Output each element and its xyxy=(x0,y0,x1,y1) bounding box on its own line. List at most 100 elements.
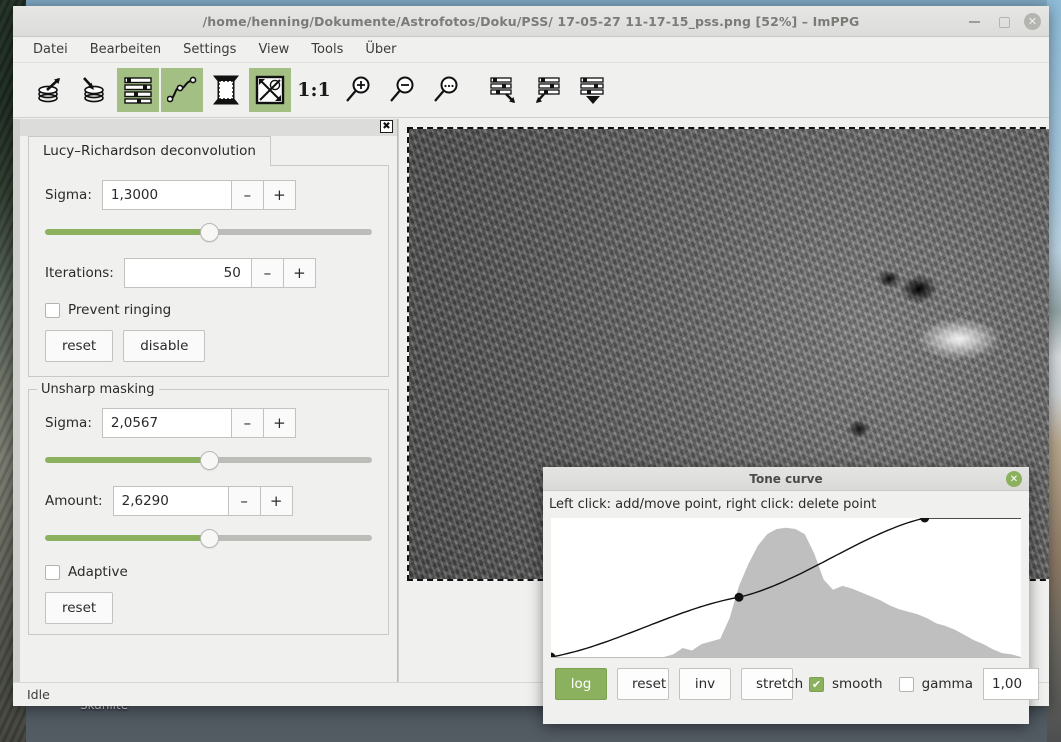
menu-item-datei[interactable]: Datei xyxy=(33,42,68,57)
um-amount-spinner[interactable]: – + xyxy=(112,486,293,516)
lr-sigma-increment-button[interactable]: + xyxy=(263,180,296,210)
tone-curve-titlebar[interactable]: Tone curve ✕ xyxy=(543,467,1029,491)
um-reset-button[interactable]: reset xyxy=(45,592,114,624)
um-sigma-increment-button[interactable]: + xyxy=(263,408,296,438)
lr-disable-button[interactable]: disable xyxy=(123,330,206,362)
log-button[interactable]: log xyxy=(555,668,607,700)
lr-sigma-slider-filled xyxy=(45,229,209,235)
lr-iterations-increment-button[interactable]: + xyxy=(283,258,316,288)
lr-prevent-ringing-checkbox[interactable] xyxy=(45,302,60,318)
um-sigma-decrement-button[interactable]: – xyxy=(231,408,264,438)
um-amount-input[interactable] xyxy=(112,486,229,516)
align-up-icon[interactable] xyxy=(527,68,569,112)
um-sigma-slider-handle[interactable] xyxy=(199,451,219,470)
um-sigma-spinner[interactable]: – + xyxy=(101,408,296,438)
stretch-button[interactable]: stretch xyxy=(741,668,803,700)
lr-reset-button[interactable]: reset xyxy=(45,330,114,362)
um-amount-slider[interactable] xyxy=(45,528,372,548)
menu-item-settings[interactable]: Settings xyxy=(183,42,236,57)
save-settings-icon[interactable] xyxy=(73,68,115,112)
um-adaptive-checkbox[interactable] xyxy=(45,564,60,580)
window-titlebar[interactable]: /home/henning/Dokumente/Astrofotos/Doku/… xyxy=(13,6,1049,37)
close-button[interactable]: ✕ xyxy=(1024,13,1041,30)
inv-button[interactable]: inv xyxy=(679,668,731,700)
lr-sigma-slider-remainder xyxy=(208,229,372,235)
window-title: /home/henning/Dokumente/Astrofotos/Doku/… xyxy=(202,13,860,29)
lr-prevent-ringing-row[interactable]: Prevent ringing xyxy=(45,302,372,318)
um-amount-slider-handle[interactable] xyxy=(199,529,219,548)
tone-curve-title: Tone curve xyxy=(749,471,823,486)
processing-settings-panel: ✖ Lucy–Richardson deconvolution Sigma: –… xyxy=(20,119,398,682)
um-amount-slider-remainder xyxy=(208,535,372,541)
align-expand-icon[interactable] xyxy=(571,68,613,112)
select-area-icon[interactable] xyxy=(205,68,247,112)
tone-curve-controls: log reset inv stretch smooth gamma xyxy=(543,658,1039,700)
zoom-in-icon[interactable] xyxy=(337,68,379,112)
fit-image-icon[interactable] xyxy=(249,68,291,112)
um-sigma-slider-remainder xyxy=(208,457,372,463)
tone-curve-hint: Left click: add/move point, right click:… xyxy=(549,497,877,512)
reset-button[interactable]: reset xyxy=(617,668,669,700)
lr-iterations-row: Iterations: – + xyxy=(45,258,372,288)
menubar: Datei Bearbeiten Settings View Tools Übe… xyxy=(13,37,1049,63)
wallpaper-right-strip xyxy=(1047,0,1061,742)
menu-item-ueber[interactable]: Über xyxy=(365,42,396,57)
lr-sigma-label: Sigma: xyxy=(45,187,92,203)
processing-panel-icon[interactable] xyxy=(117,68,159,112)
histogram-area xyxy=(551,527,1021,657)
um-sigma-slider[interactable] xyxy=(45,450,372,470)
unsharp-masking-group: Unsharp masking Sigma: – + xyxy=(28,382,389,635)
menu-item-bearbeiten[interactable]: Bearbeiten xyxy=(90,42,161,57)
lr-button-row: reset disable xyxy=(45,330,372,362)
tone-curve-plot[interactable] xyxy=(551,518,1021,658)
lr-iterations-decrement-button[interactable]: – xyxy=(251,258,284,288)
lr-sigma-slider-handle[interactable] xyxy=(199,223,219,242)
zoom-custom-icon[interactable] xyxy=(425,68,467,112)
smooth-row[interactable]: smooth xyxy=(809,676,883,692)
um-sigma-input[interactable] xyxy=(101,408,232,438)
panel-close-icon[interactable]: ✖ xyxy=(380,120,393,133)
lr-sigma-input[interactable] xyxy=(101,180,232,210)
status-text: Idle xyxy=(27,687,50,702)
zoom-1to1-button[interactable]: 1:1 xyxy=(293,68,335,112)
panel-scroll-area[interactable]: Lucy–Richardson deconvolution Sigma: – + xyxy=(20,136,397,682)
lr-iterations-input[interactable] xyxy=(123,258,252,288)
tone-curve-close-icon[interactable]: ✕ xyxy=(1006,471,1022,487)
minimize-button[interactable] xyxy=(966,13,983,30)
window-controls: ✕ xyxy=(966,6,1041,37)
lr-sigma-row: Sigma: – + xyxy=(45,180,372,210)
um-amount-decrement-button[interactable]: – xyxy=(228,486,261,516)
gamma-checkbox[interactable] xyxy=(898,676,914,692)
um-amount-increment-button[interactable]: + xyxy=(260,486,293,516)
gamma-row[interactable]: gamma xyxy=(898,676,973,692)
lr-sigma-slider[interactable] xyxy=(45,222,372,242)
align-down-icon[interactable] xyxy=(483,68,525,112)
tone-curve-point-2[interactable] xyxy=(920,518,930,523)
tone-curve-svg[interactable] xyxy=(551,518,1021,657)
maximize-button[interactable] xyxy=(995,13,1012,30)
main-toolbar: 1:1 xyxy=(13,63,1049,118)
lr-iterations-spinner[interactable]: – + xyxy=(123,258,316,288)
unsharp-masking-legend: Unsharp masking xyxy=(37,382,159,397)
um-amount-row: Amount: – + xyxy=(45,486,372,516)
tab-lucy-richardson-deconvolution[interactable]: Lucy–Richardson deconvolution xyxy=(28,136,271,166)
tone-curve-point-0[interactable] xyxy=(551,652,556,657)
lucy-richardson-group: Sigma: – + Iterations: xyxy=(28,165,389,377)
menu-item-view[interactable]: View xyxy=(258,42,289,57)
gamma-value-input[interactable] xyxy=(982,668,1039,700)
smooth-label: smooth xyxy=(832,676,883,692)
smooth-checkbox[interactable] xyxy=(809,676,824,692)
load-settings-icon[interactable] xyxy=(29,68,71,112)
lr-sigma-decrement-button[interactable]: – xyxy=(231,180,264,210)
menu-item-tools[interactable]: Tools xyxy=(311,42,343,57)
lr-tabstrip: Lucy–Richardson deconvolution xyxy=(28,136,389,166)
um-adaptive-row[interactable]: Adaptive xyxy=(45,564,372,580)
lr-prevent-ringing-label: Prevent ringing xyxy=(68,302,172,318)
tone-curve-point-1[interactable] xyxy=(734,592,744,602)
lr-sigma-spinner[interactable]: – + xyxy=(101,180,296,210)
zoom-out-icon[interactable] xyxy=(381,68,423,112)
tone-curve-icon[interactable] xyxy=(161,68,203,112)
tone-curve-dialog: Tone curve ✕ Left click: add/move point,… xyxy=(543,467,1039,724)
um-amount-label: Amount: xyxy=(45,493,103,509)
um-sigma-label: Sigma: xyxy=(45,415,92,431)
